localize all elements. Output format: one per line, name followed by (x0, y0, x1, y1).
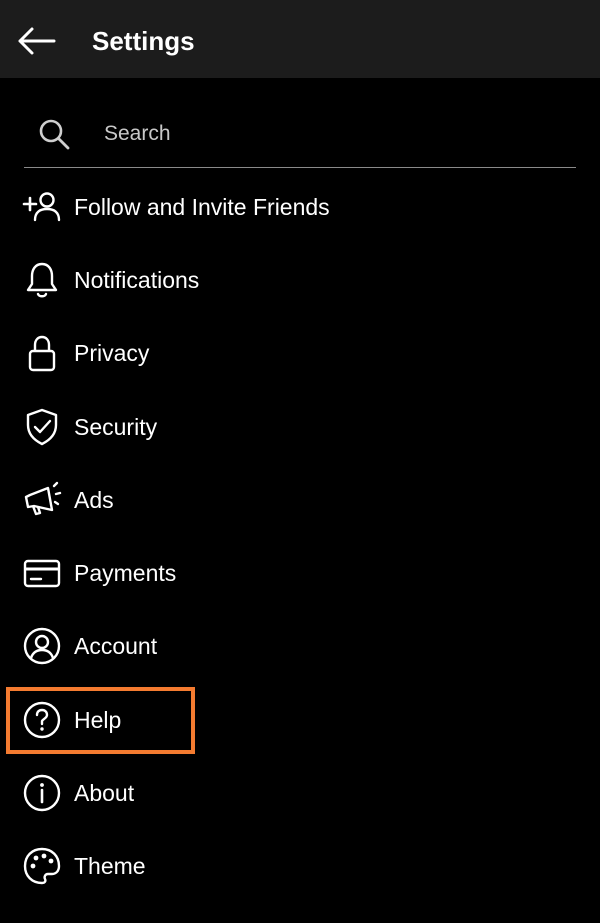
top-app-bar: Settings (0, 0, 600, 78)
search-bar[interactable] (24, 104, 576, 168)
arrow-left-icon (16, 26, 56, 56)
menu-item-label: Theme (74, 853, 146, 880)
shield-check-icon (22, 407, 62, 447)
menu-item-label: Account (74, 633, 158, 660)
menu-item-privacy[interactable]: Privacy (0, 317, 600, 390)
menu-item-label: About (74, 780, 135, 807)
settings-menu: Follow and Invite Friends Notifications … (0, 170, 600, 903)
menu-item-label: Privacy (74, 340, 150, 367)
menu-item-payments[interactable]: Payments (0, 536, 600, 609)
bell-icon (22, 260, 62, 300)
lock-icon (22, 333, 62, 373)
menu-item-label: Notifications (74, 266, 200, 293)
menu-item-notifications[interactable]: Notifications (0, 243, 600, 316)
menu-item-follow-invite[interactable]: Follow and Invite Friends (0, 170, 600, 243)
back-button[interactable] (14, 22, 58, 60)
menu-item-theme[interactable]: Theme (0, 830, 600, 903)
palette-icon (22, 846, 62, 886)
credit-card-icon (22, 553, 62, 593)
search-icon (38, 118, 72, 152)
menu-item-help[interactable]: Help (0, 683, 600, 756)
help-circle-icon (22, 700, 62, 740)
megaphone-icon (22, 480, 62, 520)
menu-item-label: Help (74, 706, 122, 733)
menu-item-label: Ads (74, 486, 114, 513)
menu-item-account[interactable]: Account (0, 610, 600, 683)
info-circle-icon (22, 773, 62, 813)
menu-item-label: Payments (74, 560, 177, 587)
menu-item-security[interactable]: Security (0, 390, 600, 463)
menu-item-ads[interactable]: Ads (0, 463, 600, 536)
add-person-icon (22, 187, 62, 227)
menu-item-about[interactable]: About (0, 756, 600, 829)
search-input[interactable] (104, 116, 564, 152)
account-circle-icon (22, 626, 62, 666)
page-title: Settings (92, 26, 195, 56)
menu-item-label: Security (74, 413, 158, 440)
menu-item-label: Follow and Invite Friends (74, 193, 330, 220)
